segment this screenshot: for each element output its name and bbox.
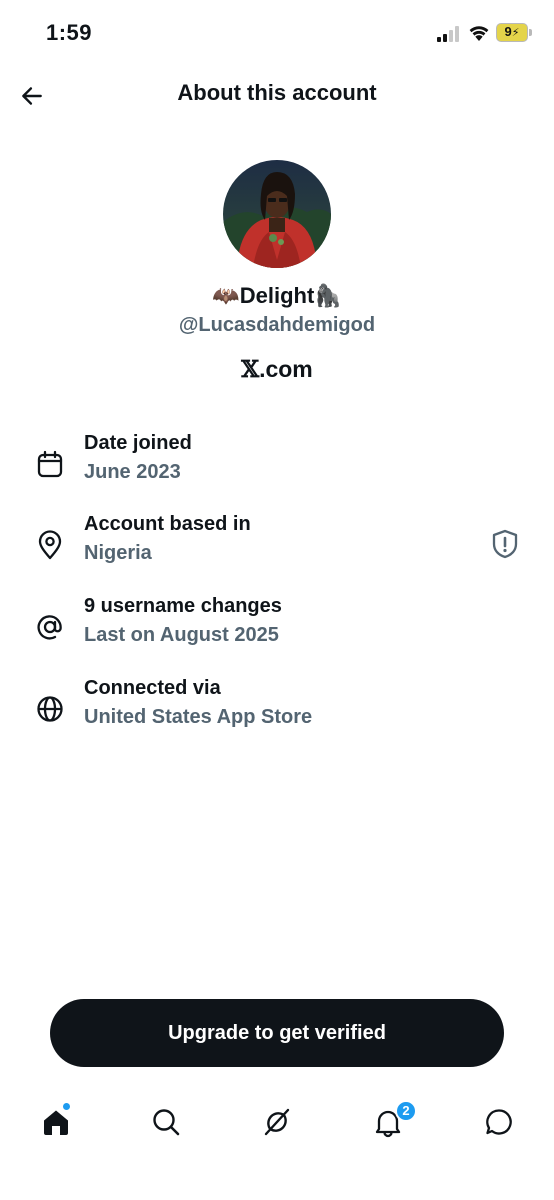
profile-avatar — [223, 160, 331, 268]
username-handle[interactable]: @Lucasdahdemigod — [0, 314, 554, 337]
location-info-button[interactable] — [488, 527, 522, 561]
upgrade-verified-button[interactable]: Upgrade to get verified — [50, 999, 504, 1067]
x-logo-icon: 𝕏 — [241, 356, 260, 383]
info-title: Connected via — [84, 677, 221, 699]
messages-icon — [486, 1109, 512, 1135]
battery-icon: 9⚡ — [496, 23, 528, 42]
site-suffix: .com — [259, 356, 313, 382]
info-value: June 2023 — [84, 461, 181, 483]
grok-icon — [264, 1108, 290, 1136]
status-time: 1:59 — [46, 20, 93, 45]
battery-nub — [529, 29, 532, 36]
avatar[interactable] — [223, 160, 331, 268]
site-label: 𝕏.com — [0, 356, 554, 383]
wifi-icon — [469, 26, 489, 41]
calendar-icon — [37, 450, 63, 478]
battery-level: 9 — [504, 24, 512, 39]
info-value: United States App Store — [84, 706, 313, 728]
page-title: About this account — [177, 80, 377, 105]
search-icon — [153, 1109, 180, 1136]
home-unread-dot — [62, 1102, 71, 1111]
info-row-account-location: Account based in Nigeria — [0, 513, 554, 583]
header: About this account — [0, 66, 554, 124]
signal-icon — [437, 26, 461, 42]
info-row-username-changes: 9 username changes Last on August 2025 — [0, 595, 554, 665]
info-value: Last on August 2025 — [84, 624, 279, 646]
notification-count-badge: 2 — [395, 1100, 417, 1122]
info-value: Nigeria — [84, 542, 152, 564]
display-name: 🦇Delight🦍 — [212, 283, 342, 308]
shield-alert-icon — [492, 529, 518, 559]
at-sign-icon — [37, 615, 62, 640]
tab-home[interactable] — [34, 1100, 78, 1144]
info-title: 9 username changes — [84, 595, 282, 617]
tab-search[interactable] — [144, 1100, 188, 1144]
tab-messages[interactable] — [477, 1100, 521, 1144]
globe-icon — [37, 696, 63, 722]
tab-grok[interactable] — [255, 1100, 299, 1144]
bottom-tab-bar: 2 — [0, 1090, 554, 1160]
info-row-date-joined: Date joined June 2023 — [0, 432, 554, 502]
info-title: Account based in — [84, 513, 251, 535]
info-title: Date joined — [84, 432, 192, 454]
status-bar: 1:59 9⚡ — [0, 0, 554, 66]
info-row-connected-via: Connected via United States App Store — [0, 677, 554, 747]
location-pin-icon — [38, 530, 62, 560]
